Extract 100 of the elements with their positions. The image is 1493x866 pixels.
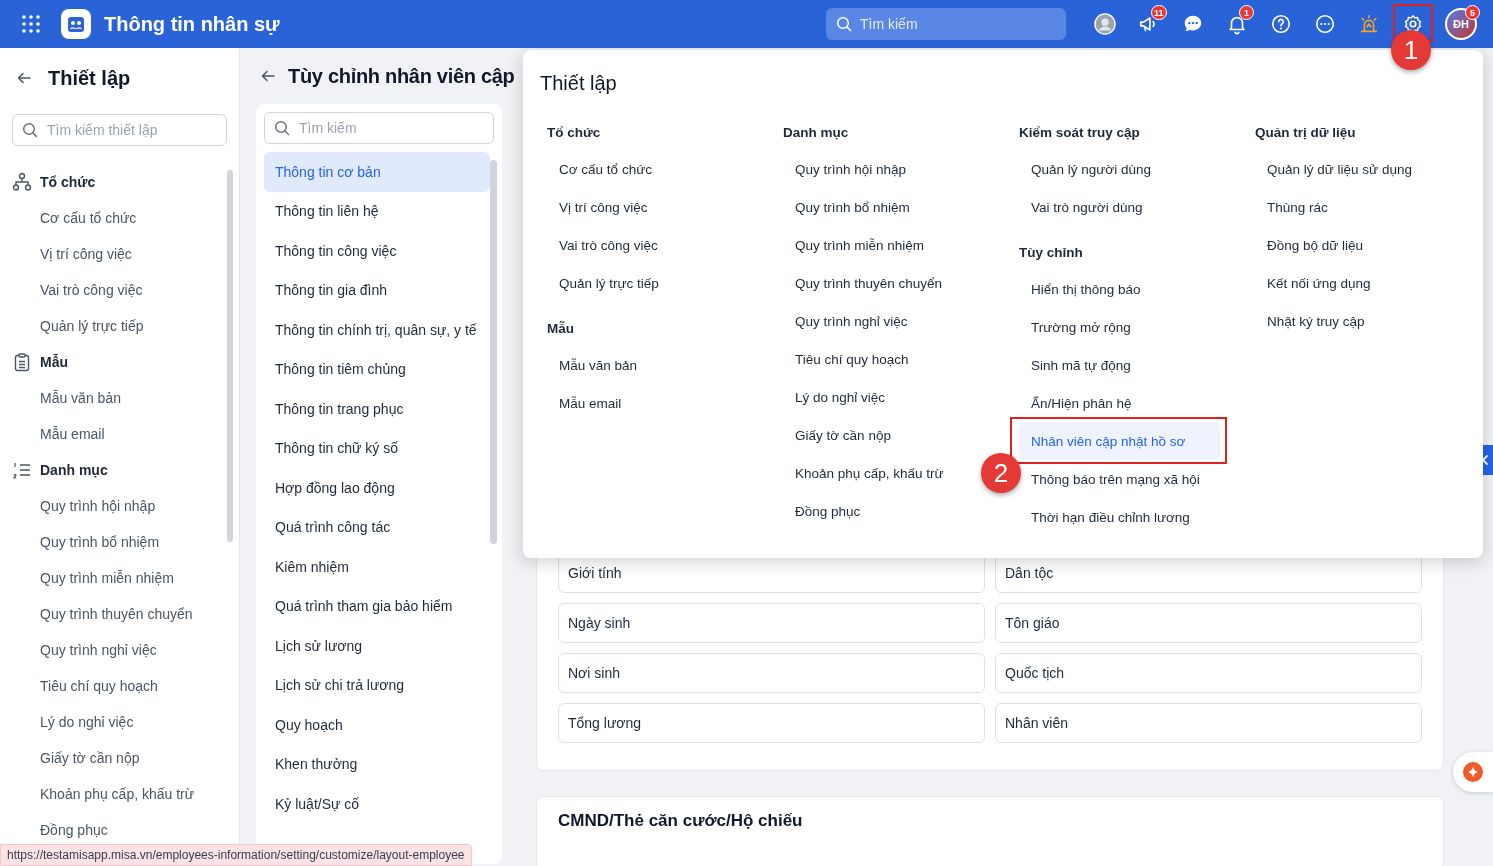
menu-item[interactable]: Tiêu chí quy hoạch (783, 340, 985, 378)
form-field[interactable]: Ngày sinh (558, 603, 985, 643)
menu-item[interactable]: Nhật ký truy cập (1255, 302, 1457, 340)
menu-item[interactable]: Quy trình thuyên chuyển (783, 264, 985, 302)
menu-item[interactable]: Mẫu email (547, 384, 749, 422)
sidebar-item[interactable]: Quản lý trực tiếp (0, 308, 239, 344)
section-list-item[interactable]: Lịch sử chi trả lương (264, 665, 490, 705)
form-field[interactable]: Tôn giáo (995, 603, 1422, 643)
page-title: Tùy chỉnh nhân viên cập (288, 64, 515, 88)
menu-item[interactable]: Quản lý dữ liệu sử dụng (1255, 150, 1457, 188)
section-list-item[interactable]: Lịch sử lương (264, 626, 490, 666)
section-list-item[interactable]: Hợp đồng lao động (264, 468, 490, 508)
search-field[interactable]: Tìm kiếm thiết lập (12, 114, 227, 146)
section-list-item[interactable]: Kiêm nhiệm (264, 547, 490, 587)
menu-item[interactable]: Cơ cấu tổ chức (547, 150, 749, 188)
section-list-item[interactable]: Thông tin cơ bản (264, 152, 490, 192)
menu-heading: Kiểm soát truy cập (1019, 124, 1141, 142)
user-avatar[interactable] (1094, 13, 1116, 35)
sidebar-item[interactable]: Vai trò công việc (0, 272, 239, 308)
sidebar-item[interactable]: Mẫu văn bản (0, 380, 239, 416)
menu-heading: Quản trị dữ liệu (1255, 124, 1357, 142)
form-field[interactable]: Nhân viên (995, 703, 1422, 743)
sidebar-item[interactable]: Mẫu email (0, 416, 239, 452)
sidebar-item[interactable]: Quy trình hội nhập (0, 488, 239, 524)
status-url: https://testamisapp.misa.vn/employees-information/setting/customize/layout-employee (0, 844, 472, 866)
app-grid-icon[interactable] (22, 15, 40, 33)
sparkle-icon (1463, 762, 1483, 782)
notification-badge: 5 (1465, 5, 1480, 20)
menu-heading: Tổ chức (547, 124, 602, 142)
sidebar-item[interactable]: Quy trình nghỉ việc (0, 632, 239, 668)
menu-item[interactable]: Quản lý người dùng (1019, 150, 1221, 188)
menu-item[interactable]: Hiển thị thông báo (1019, 270, 1221, 308)
annotation-marker: 1 (1391, 30, 1431, 70)
sidebar-item[interactable]: Khoản phụ cấp, khấu trừ (0, 776, 239, 812)
back-arrow-icon[interactable] (260, 68, 276, 84)
section-list-item[interactable]: Thông tin gia đình (264, 270, 490, 310)
section-list-item[interactable]: Thông tin chính trị, quân sự, y tế (264, 310, 490, 350)
menu-item[interactable]: Giấy tờ cần nộp (783, 416, 985, 454)
sidebar-item[interactable]: Quy trình miễn nhiệm (0, 560, 239, 596)
sidebar-group-heading: Mẫu (40, 354, 68, 370)
app-logo[interactable] (61, 9, 91, 39)
section-list-item[interactable]: Khen thưởng (264, 744, 490, 784)
section-list-item[interactable]: Thông tin chữ ký số (264, 428, 490, 468)
more-icon[interactable] (1314, 13, 1336, 35)
menu-item[interactable]: Kết nối ứng dụng (1255, 264, 1457, 302)
menu-item[interactable]: Thùng rác (1255, 188, 1457, 226)
menu-heading: Tùy chỉnh (1019, 244, 1084, 262)
search-field[interactable]: Tìm kiếm (826, 8, 1066, 40)
form-field[interactable]: Tổng lương (558, 703, 985, 743)
sidebar-item[interactable]: Lý do nghỉ việc (0, 704, 239, 740)
search-icon (836, 16, 852, 32)
sidebar-group-heading: Danh mục (40, 462, 108, 478)
numbered-list-icon (12, 460, 32, 480)
back-arrow-icon[interactable] (16, 70, 32, 86)
search-field[interactable]: Tìm kiếm (264, 112, 494, 144)
menu-item[interactable]: Vai trò công việc (547, 226, 749, 264)
sidebar-item[interactable]: Giấy tờ cần nộp (0, 740, 239, 776)
menu-item[interactable]: Vai trò người dùng (1019, 188, 1221, 226)
search-icon (274, 120, 290, 136)
menu-item[interactable]: Mẫu văn bản (547, 346, 749, 384)
sidebar-group-heading: Tổ chức (40, 174, 96, 190)
app-title: Thông tin nhân sự (104, 12, 280, 36)
assistant-button[interactable] (1453, 752, 1493, 792)
notification-badge: 11 (1151, 5, 1167, 20)
menu-item[interactable]: Quy trình miễn nhiệm (783, 226, 985, 264)
sidebar-item[interactable]: Tiêu chí quy hoạch (0, 668, 239, 704)
form-field[interactable]: Nơi sinh (558, 653, 985, 693)
organization-icon (12, 172, 32, 192)
menu-item[interactable]: Thông báo trên mạng xã hội (1019, 460, 1221, 498)
sidebar-item[interactable]: Cơ cấu tổ chức (0, 200, 239, 236)
menu-item[interactable]: Quy trình nghỉ việc (783, 302, 985, 340)
menu-item[interactable]: Trường mở rộng (1019, 308, 1221, 346)
menu-item[interactable]: Quy trình hội nhập (783, 150, 985, 188)
section-list-item[interactable]: Thông tin công việc (264, 231, 490, 271)
popup-title: Thiết lập (540, 72, 618, 94)
menu-item[interactable]: Nhân viên cập nhật hồ sơ (1019, 422, 1221, 460)
menu-item[interactable]: Vị trí công việc (547, 188, 749, 226)
section-list-item[interactable]: Quy hoạch (264, 705, 490, 745)
menu-item[interactable]: Quản lý trực tiếp (547, 264, 749, 302)
section-list-item[interactable]: Quá trình công tác (264, 507, 490, 547)
menu-item[interactable]: Quy trình bổ nhiệm (783, 188, 985, 226)
section-heading: CMND/Thẻ căn cước/Hộ chiếu (558, 811, 804, 831)
sidebar-item[interactable]: Vị trí công việc (0, 236, 239, 272)
menu-item[interactable]: Sinh mã tự động (1019, 346, 1221, 384)
menu-item[interactable]: Đồng phục (783, 492, 985, 530)
menu-item[interactable]: Thời hạn điều chỉnh lương (1019, 498, 1221, 536)
section-list-item[interactable]: Thông tin tiêm chủng (264, 349, 490, 389)
help-icon[interactable] (1270, 13, 1292, 35)
form-field[interactable]: Quốc tịch (995, 653, 1422, 693)
section-list-item[interactable]: Quá trình tham gia bảo hiểm (264, 586, 490, 626)
annotation-marker: 2 (981, 453, 1021, 493)
section-list-item[interactable]: Thông tin trang phục (264, 389, 490, 429)
menu-item[interactable]: Đồng bộ dữ liệu (1255, 226, 1457, 264)
sidebar-item[interactable]: Quy trình thuyên chuyển (0, 596, 239, 632)
section-list-item[interactable]: Thông tin liên hệ (264, 191, 490, 231)
notification-badge: 1 (1239, 5, 1254, 20)
menu-item[interactable]: Lý do nghỉ việc (783, 378, 985, 416)
sidebar-item[interactable]: Quy trình bổ nhiệm (0, 524, 239, 560)
menu-item[interactable]: Ẩn/Hiện phân hệ (1019, 384, 1221, 422)
section-list-item[interactable]: Kỷ luật/Sự cố (264, 784, 490, 824)
